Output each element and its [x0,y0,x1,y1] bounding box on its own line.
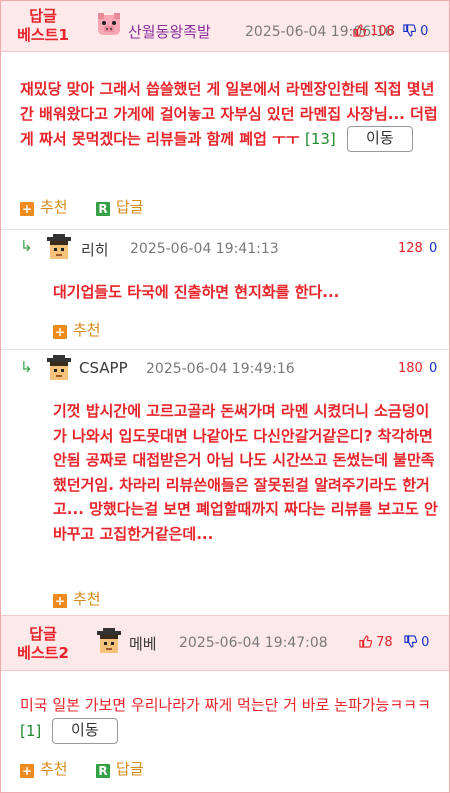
thumbs-down-icon [404,635,417,648]
thumbs-down-icon [403,24,416,37]
best-label-line2: 베스트1 [17,26,69,44]
timestamp: 2025-06-04 19:47:08 [179,635,328,651]
downvote[interactable]: 0 [404,635,429,650]
downvote-count: 0 [420,24,429,39]
recommend-button[interactable]: + 추천 [20,196,68,217]
timestamp: 2025-06-04 19:49:16 [146,361,295,377]
reply-arrow-icon: ↳ [20,358,33,376]
comment-text: 미국 일본 가보면 우리나라가 짜게 먹는단 거 바로 논파가능ㅋㅋㅋ [20,696,431,714]
reply-label: 답글 [116,760,144,778]
timestamp: 2025-06-04 19:41:13 [130,241,279,257]
recommend-button[interactable]: + 추천 [53,588,101,609]
plus-square-icon: + [20,764,34,778]
reply-count: [1] [20,721,42,740]
move-button[interactable]: 이동 [347,126,413,152]
reply-arrow-icon: ↳ [20,237,33,255]
thumbs-up-icon [353,24,366,37]
upvote-count: 78 [376,635,393,650]
reply-r-square-icon: R [96,202,110,216]
downvote-count[interactable]: 0 [429,361,437,376]
recommend-label: 추천 [73,321,101,339]
thumbs-up-icon [359,635,372,648]
upvote[interactable]: 78 [359,635,393,650]
upvote-count: 108 [370,24,395,39]
recommend-label: 추천 [40,760,68,778]
upvote[interactable]: 108 [353,24,395,39]
divider [1,349,449,350]
best-label-line1: 답글 [29,7,57,25]
best-label-2: 답글 베스트2 [15,625,71,663]
reply-label: 답글 [116,198,144,216]
reply-button[interactable]: R 답글 [96,196,144,217]
grad-avatar-icon[interactable] [95,628,123,656]
move-button[interactable]: 이동 [52,717,118,744]
recommend-label: 추천 [40,198,68,216]
reply-2-body: 기껏 밥시간에 고르고골라 돈써가며 라멘 시켰더니 소금덩이가 나와서 입도못… [53,402,438,543]
downvote-count[interactable]: 0 [429,241,437,256]
grad-avatar-icon[interactable] [45,355,73,383]
plus-square-icon: + [20,202,34,216]
reply-count: [13] [304,130,336,148]
reply-button[interactable]: R 답글 [96,758,144,779]
reply-r-square-icon: R [96,764,110,778]
best-comment-2-header: 답글 베스트2 메베 2025-06-04 19:47:08 78 0 [1,616,449,671]
best-label-line2: 베스트2 [17,644,69,662]
plus-square-icon: + [53,325,67,339]
grad-avatar-icon[interactable] [45,234,73,262]
best-comment-1-body: 재밌당 맞아 그래서 씁쓸했던 게 일본에서 라멘장인한테 직접 몇년간 배워왔… [20,77,438,152]
best-label-line1: 답글 [29,625,57,643]
comment-list: 답글 베스트1 산월동왕족발 2025-06-04 19:06:16 108 0… [0,0,450,793]
upvote-count[interactable]: 180 [398,361,423,376]
nickname[interactable]: 리히 [81,239,109,260]
reply-1-body: 대기업들도 타국에 진출하면 현지화를 한다... [53,283,340,301]
plus-square-icon: + [53,594,67,608]
nickname[interactable]: 메베 [129,633,157,654]
best-comment-1-header: 답글 베스트1 산월동왕족발 2025-06-04 19:06:16 108 0 [1,1,449,52]
recommend-button[interactable]: + 추천 [20,758,68,779]
nickname[interactable]: CSAPP [79,359,128,377]
best-comment-2-body: 미국 일본 가보면 우리나라가 짜게 먹는단 거 바로 논파가능ㅋㅋㅋ [1] … [20,693,440,744]
nickname[interactable]: 산월동왕족발 [128,21,211,42]
recommend-button[interactable]: + 추천 [53,319,101,340]
downvote-count: 0 [421,635,430,650]
downvote[interactable]: 0 [403,24,428,39]
recommend-label: 추천 [73,590,101,608]
best-label-1: 답글 베스트1 [15,7,71,45]
upvote-count[interactable]: 128 [398,241,423,256]
pig-avatar-icon[interactable] [95,11,123,39]
divider [1,229,449,230]
